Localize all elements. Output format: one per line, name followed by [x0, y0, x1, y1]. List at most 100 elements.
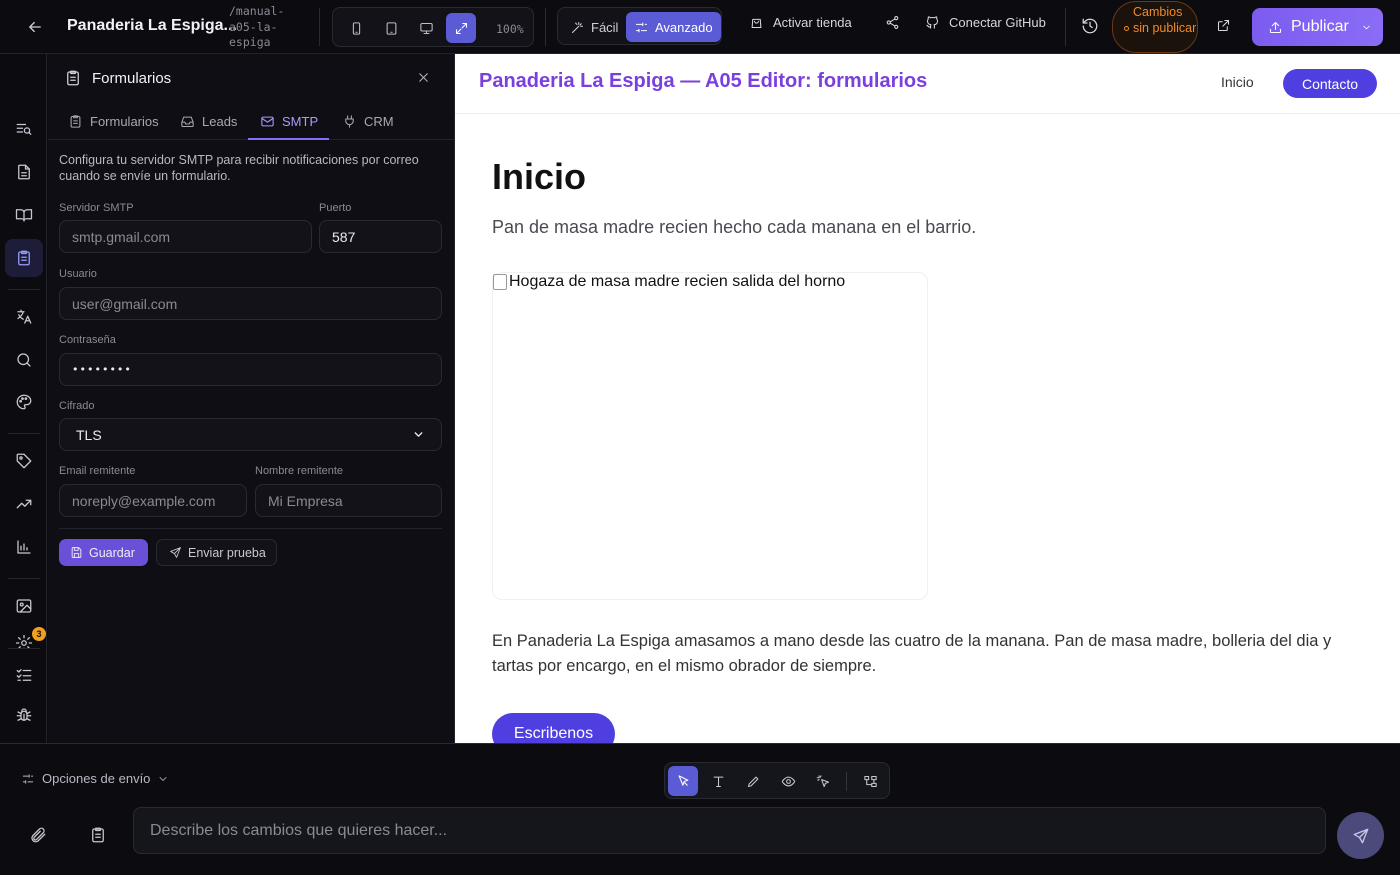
sender-name-label: Nombre remitente — [255, 465, 344, 477]
nav-home-link[interactable]: Inicio — [1221, 74, 1254, 90]
attach-button[interactable] — [29, 826, 47, 844]
history-button[interactable] — [1081, 17, 1099, 35]
rail-media-button[interactable] — [5, 587, 43, 625]
send-test-button[interactable]: Enviar prueba — [156, 539, 277, 566]
rail-pages-button[interactable] — [5, 153, 43, 191]
prompt-input[interactable]: Describe los cambios que quieres hacer..… — [133, 807, 1326, 854]
rail-forms-button[interactable] — [5, 239, 43, 277]
rail-blog-button[interactable] — [5, 196, 43, 234]
tab-smtp[interactable]: SMTP — [260, 102, 318, 140]
close-icon — [419, 73, 428, 82]
rail-analytics-button[interactable] — [5, 528, 43, 566]
share-button[interactable] — [885, 15, 900, 30]
publish-button[interactable]: Publicar — [1252, 8, 1383, 46]
rail-trends-button[interactable] — [5, 485, 43, 523]
rail-search-list-button[interactable] — [5, 110, 43, 148]
encryption-select[interactable]: TLS — [59, 418, 442, 451]
eye-icon — [781, 776, 795, 786]
password-label: Contraseña — [59, 334, 116, 346]
sender-name-input[interactable]: Mi Empresa — [255, 484, 442, 517]
tab-leads[interactable]: Leads — [180, 102, 237, 140]
rail-tasks-button[interactable] — [5, 656, 43, 694]
save-button[interactable]: Guardar — [59, 539, 148, 566]
clipboard-list-icon — [92, 827, 104, 843]
contact-cta-button[interactable]: Escribenos — [492, 713, 615, 743]
sender-email-input[interactable]: noreply@example.com — [59, 484, 247, 517]
close-panel-button[interactable] — [416, 70, 431, 85]
send-icon — [1353, 828, 1368, 843]
tab-forms[interactable]: Formularios — [68, 102, 159, 140]
send-options-dropdown[interactable]: Opciones de envío — [21, 771, 169, 786]
palette-icon — [16, 394, 32, 410]
left-rail: 3 — [0, 54, 47, 743]
port-input[interactable]: 587 — [319, 220, 442, 253]
site-brand[interactable]: Panaderia La Espiga — A05 Editor: formul… — [479, 70, 927, 93]
list-checks-icon — [16, 669, 32, 681]
arrow-left-icon — [29, 21, 41, 33]
rail-tags-button[interactable] — [5, 442, 43, 480]
monitor-icon — [419, 22, 433, 34]
smartphone-icon — [352, 21, 360, 35]
rail-search-button[interactable] — [5, 341, 43, 379]
desktop-view-button[interactable] — [411, 13, 441, 43]
sliders-icon — [22, 773, 34, 784]
rail-translate-button[interactable] — [5, 298, 43, 336]
send-options-label: Opciones de envío — [42, 771, 151, 786]
select-tool-button[interactable] — [668, 766, 698, 796]
active-tab-indicator — [248, 138, 329, 140]
smtp-server-input[interactable]: smtp.gmail.com — [59, 220, 312, 253]
hero-image: Hogaza de masa madre recien salida del h… — [492, 272, 928, 600]
clipboard-icon — [70, 114, 81, 128]
ai-tool-button[interactable] — [808, 766, 838, 796]
tab-leads-label: Leads — [202, 113, 238, 129]
user-label: Usuario — [59, 268, 97, 280]
panel-header: Formularios — [48, 54, 455, 102]
rail-debug-button[interactable] — [5, 696, 43, 734]
file-text-icon — [18, 164, 30, 180]
sitemap-icon — [863, 775, 877, 787]
bar-chart-icon — [17, 540, 31, 554]
user-input[interactable]: user@gmail.com — [59, 287, 442, 320]
tab-smtp-label: SMTP — [282, 113, 319, 129]
layers-tool-button[interactable] — [855, 766, 885, 796]
tool-divider — [846, 772, 847, 791]
project-title: Panaderia La Espiga... — [67, 17, 237, 34]
text-icon — [713, 776, 723, 787]
save-label: Guardar — [89, 545, 135, 560]
project-slug: /manual-a05-la-espiga — [229, 4, 285, 49]
page-lead: Pan de masa madre recien hecho cada mana… — [492, 217, 977, 237]
rail-theme-button[interactable] — [5, 383, 43, 421]
nav-contact-button[interactable]: Contacto — [1283, 69, 1377, 98]
book-open-icon — [15, 209, 33, 222]
upload-icon — [1269, 21, 1282, 33]
chevron-down-icon — [1363, 25, 1370, 29]
form-context-button[interactable] — [89, 826, 107, 844]
password-input[interactable]: •••••••• — [59, 353, 442, 386]
draw-tool-button[interactable] — [738, 766, 768, 796]
notification-badge: 3 — [32, 627, 46, 641]
fullwidth-view-button[interactable] — [446, 13, 476, 43]
tablet-view-button[interactable] — [376, 13, 406, 43]
activate-store-button[interactable]: Activar tienda — [749, 15, 852, 30]
port-label: Puerto — [319, 202, 352, 214]
search-icon — [17, 353, 31, 367]
tab-crm-label: CRM — [364, 113, 394, 129]
preview-tool-button[interactable] — [773, 766, 803, 796]
panel-title: Formularios — [92, 70, 172, 87]
pencil-icon — [747, 776, 758, 787]
status-dot — [1124, 26, 1129, 31]
back-button[interactable] — [20, 14, 50, 40]
send-button[interactable] — [1337, 812, 1384, 859]
connect-github-button[interactable]: Conectar GitHub — [925, 15, 1046, 30]
text-tool-button[interactable] — [703, 766, 733, 796]
open-external-button[interactable] — [1216, 18, 1231, 33]
mobile-view-button[interactable] — [341, 13, 371, 43]
unsaved-changes-badge[interactable]: Cambios sin publicar — [1112, 1, 1198, 53]
mode-toggle-group: Fácil Avanzado — [557, 7, 722, 45]
advanced-mode-button[interactable]: Avanzado — [626, 12, 721, 42]
easy-mode-button[interactable]: Fácil — [562, 12, 626, 42]
tab-crm[interactable]: CRM — [342, 102, 394, 140]
list-search-icon — [16, 123, 32, 135]
chevron-down-icon — [159, 776, 167, 781]
mail-icon — [261, 116, 274, 126]
